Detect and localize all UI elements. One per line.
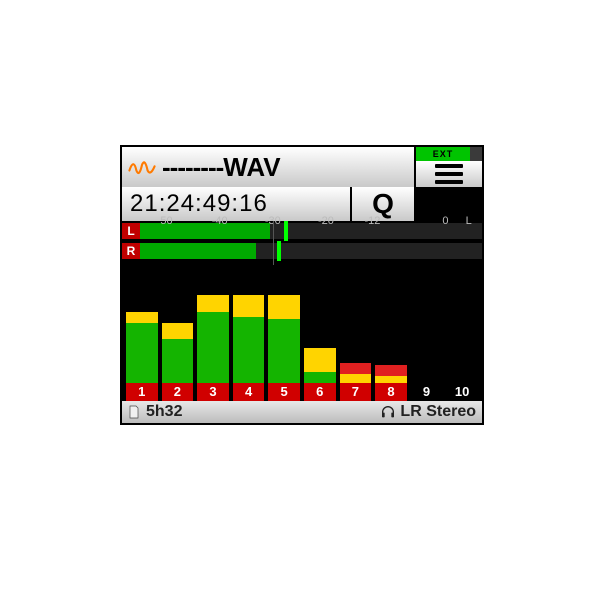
- channel-8-label: 8: [375, 383, 407, 401]
- headphones-icon: [380, 404, 396, 420]
- ext-sync-indicator: EXT: [416, 147, 482, 161]
- channel-4-label: 4: [233, 383, 265, 401]
- mix-right-fill: [140, 243, 256, 259]
- channel-2[interactable]: 2: [162, 267, 194, 401]
- channel-5-label: 5: [268, 383, 300, 401]
- mix-left-label: L: [122, 223, 140, 239]
- sd-card-icon: [126, 404, 142, 420]
- channel-7[interactable]: 7: [340, 267, 372, 401]
- record-time-remaining: 5h32: [146, 403, 182, 421]
- channel-1[interactable]: 1: [126, 267, 158, 401]
- headphone-routing[interactable]: LR Stereo: [380, 403, 482, 421]
- channel-8-bar: [375, 365, 407, 383]
- status-bar: 5h32 LR Stereo: [122, 401, 482, 423]
- mix-left-fill: [140, 223, 270, 239]
- channel-4[interactable]: 4: [233, 267, 265, 401]
- menu-button[interactable]: [416, 161, 482, 187]
- filename: --------WAV: [162, 147, 287, 187]
- top-bar: --------WAV EXT: [122, 147, 482, 187]
- mix-left-peak-mark: [284, 221, 288, 241]
- channel-4-bar: [233, 295, 265, 383]
- info-row: 21:24:49:16 Q: [122, 187, 482, 223]
- channel-5-bar: [268, 295, 300, 383]
- channel-meters: 12345678910: [122, 267, 482, 401]
- recorder-screen: --------WAV EXT 21:24:49:16 Q L: [120, 145, 484, 425]
- channel-7-label: 7: [340, 383, 372, 401]
- media-remaining[interactable]: 5h32: [122, 403, 182, 421]
- channel-3-bar: [197, 295, 229, 383]
- channel-6[interactable]: 6: [304, 267, 336, 401]
- mix-left-bar: [140, 223, 482, 239]
- channel-9-label: 9: [411, 383, 443, 401]
- headphone-mode-label: LR Stereo: [400, 403, 476, 421]
- timecode-display[interactable]: 21:24:49:16: [122, 187, 352, 221]
- channel-3[interactable]: 3: [197, 267, 229, 401]
- channel-2-bar: [162, 323, 194, 384]
- channel-7-bar: [340, 363, 372, 383]
- channel-6-bar: [304, 348, 336, 383]
- filename-ext: WAV: [223, 152, 280, 183]
- channel-1-bar: [126, 312, 158, 384]
- mix-right-label: R: [122, 243, 140, 259]
- spacer: [416, 187, 482, 221]
- lr-mix-meter: L R: [122, 221, 482, 265]
- filename-placeholder: --------: [162, 152, 223, 183]
- channel-5[interactable]: 5: [268, 267, 300, 401]
- hamburger-icon: [435, 164, 463, 184]
- channel-2-label: 2: [162, 383, 194, 401]
- channel-8[interactable]: 8: [375, 267, 407, 401]
- channel-10-label: 10: [446, 383, 478, 401]
- channel-9[interactable]: 9: [411, 267, 443, 401]
- channel-10[interactable]: 10: [446, 267, 478, 401]
- channel-3-label: 3: [197, 383, 229, 401]
- channel-6-label: 6: [304, 383, 336, 401]
- mix-right-bar: [140, 243, 482, 259]
- channel-1-label: 1: [126, 383, 158, 401]
- q-button[interactable]: Q: [352, 187, 416, 221]
- mix-right-peak-mark: [277, 241, 281, 261]
- top-right-group: EXT: [414, 147, 482, 187]
- brand-logo-icon: [122, 147, 162, 187]
